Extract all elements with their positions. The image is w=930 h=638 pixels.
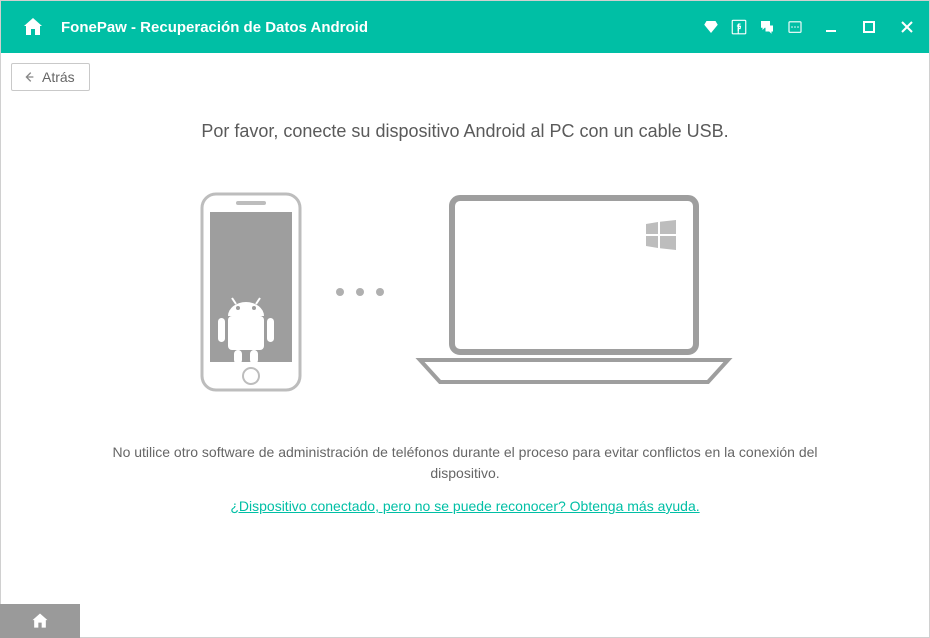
back-button[interactable]: Atrás: [11, 63, 90, 91]
titlebar-right: f: [701, 15, 919, 39]
titlebar: FonePaw - Recuperación de Datos Android …: [1, 1, 929, 53]
footer: [0, 604, 80, 638]
dot: [376, 288, 384, 296]
connection-illustration: [71, 192, 859, 392]
help-link[interactable]: ¿Dispositivo conectado, pero no se puede…: [230, 498, 699, 514]
home-icon[interactable]: [21, 15, 45, 39]
close-button[interactable]: [895, 15, 919, 39]
dot: [356, 288, 364, 296]
toolbar: Atrás: [1, 53, 929, 91]
feedback-icon[interactable]: [757, 17, 777, 37]
home-icon: [30, 611, 50, 631]
maximize-button[interactable]: [857, 15, 881, 39]
minimize-button[interactable]: [819, 15, 843, 39]
phone-icon: [196, 192, 306, 392]
dot: [336, 288, 344, 296]
laptop-icon: [414, 192, 734, 392]
connection-dots: [336, 288, 384, 296]
warning-text: No utilice otro software de administraci…: [85, 442, 845, 484]
main-content: Por favor, conecte su dispositivo Androi…: [1, 91, 929, 516]
app-title: FonePaw - Recuperación de Datos Android: [61, 19, 368, 36]
menu-icon[interactable]: [785, 17, 805, 37]
back-label: Atrás: [42, 69, 75, 85]
facebook-icon[interactable]: f: [729, 17, 749, 37]
diamond-icon[interactable]: [701, 17, 721, 37]
titlebar-left: FonePaw - Recuperación de Datos Android: [21, 15, 368, 39]
arrow-left-icon: [22, 70, 36, 84]
instruction-heading: Por favor, conecte su dispositivo Androi…: [71, 121, 859, 142]
footer-home-button[interactable]: [0, 604, 80, 638]
